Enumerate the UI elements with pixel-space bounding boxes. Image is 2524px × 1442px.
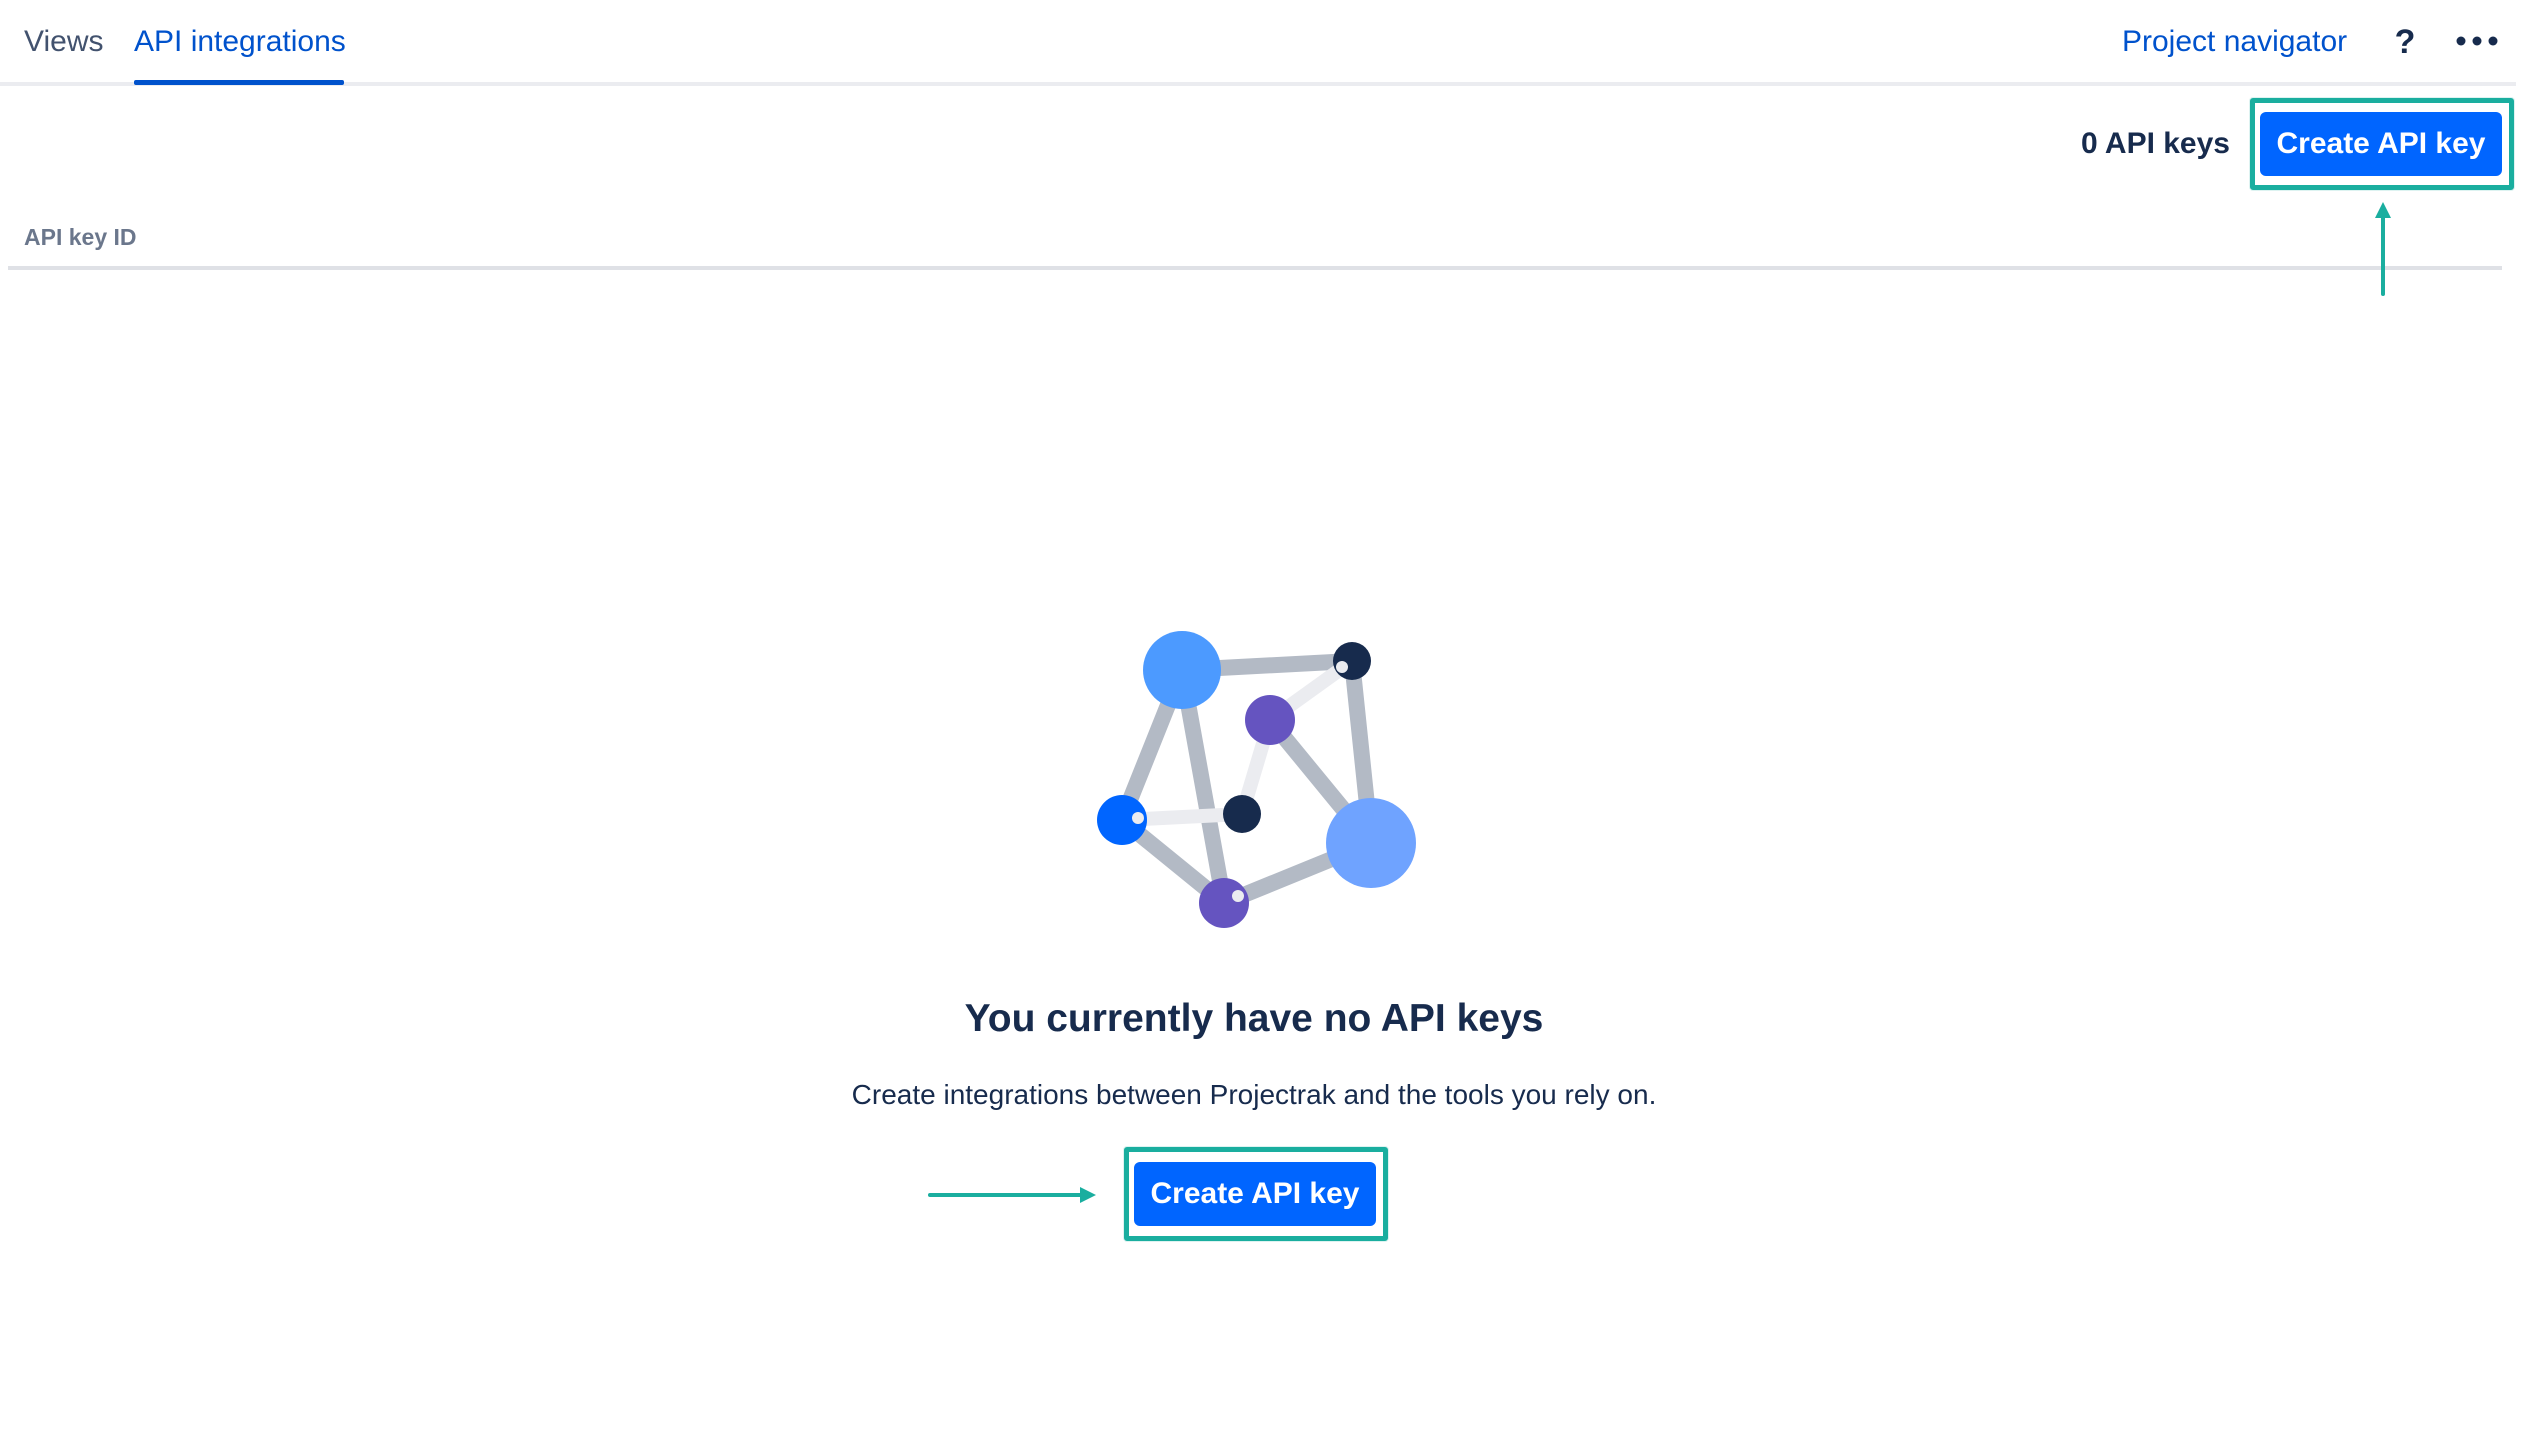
api-key-count: 0 API keys [2081, 127, 2230, 160]
network-graph-illustration [1097, 631, 1416, 928]
help-icon[interactable]: ? [2390, 20, 2420, 64]
annotation-arrow-right-icon [928, 1187, 1096, 1203]
annotation-arrow-up-icon [2375, 202, 2391, 296]
column-header-api-key-id[interactable]: API key ID [24, 222, 137, 252]
active-tab-indicator [134, 80, 344, 85]
table-header: API key ID [8, 214, 2502, 270]
top-navigation: Views API integrations Project navigator… [0, 0, 2516, 86]
create-api-key-button[interactable]: Create API key [2260, 112, 2502, 176]
tab-api-integrations[interactable]: API integrations [134, 22, 346, 62]
tab-views[interactable]: Views [24, 22, 103, 62]
create-api-key-button-empty-state[interactable]: Create API key [1134, 1162, 1376, 1226]
more-horizontal-icon[interactable] [2454, 26, 2500, 56]
project-navigator-link[interactable]: Project navigator [2122, 22, 2347, 62]
empty-state-description: Create integrations between Projectrak a… [851, 1079, 1657, 1110]
empty-state-title: You currently have no API keys [964, 997, 1544, 1040]
